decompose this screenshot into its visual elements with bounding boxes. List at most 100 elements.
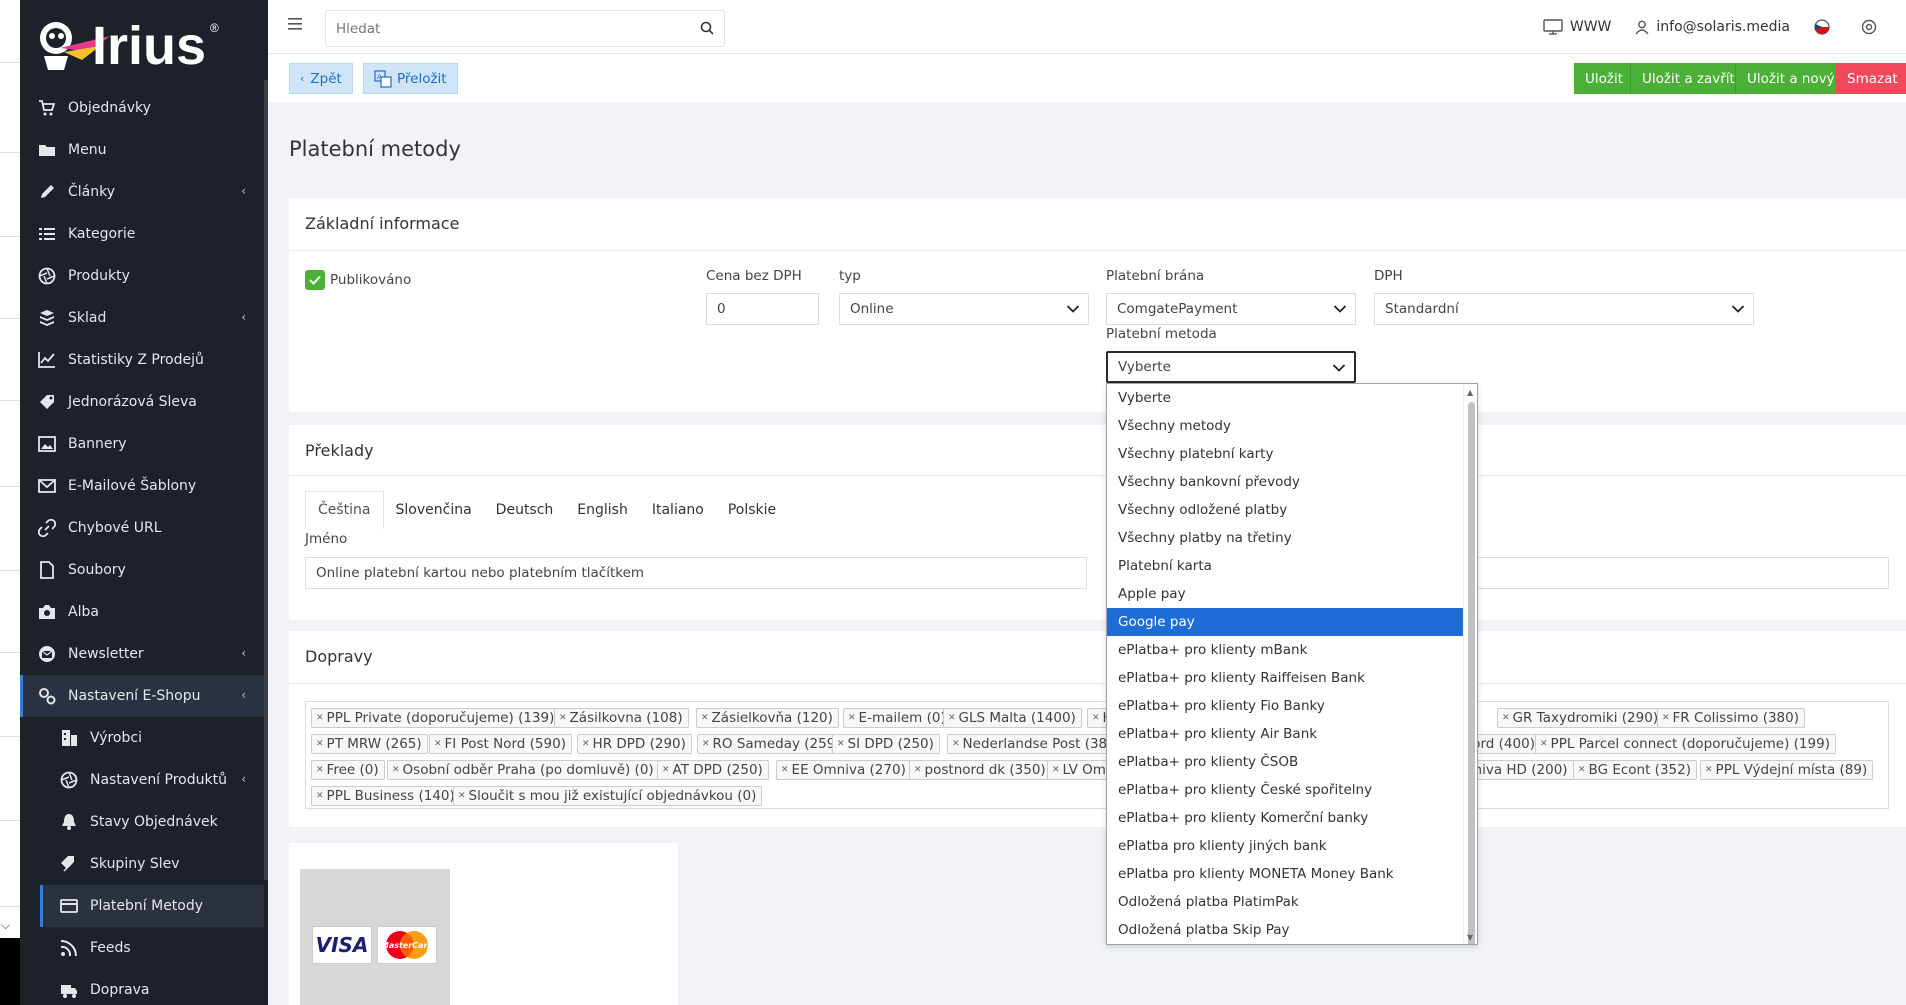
sidebar-item-kategorie[interactable]: Kategorie xyxy=(20,213,264,255)
tab-polskie[interactable]: Polskie xyxy=(716,491,788,529)
shipping-tag[interactable]: ✕ postnord dk (350) xyxy=(909,760,1052,780)
dropdown-option[interactable]: Všechny platby na třetiny xyxy=(1107,524,1464,552)
dropdown-option[interactable]: ePlatba+ pro klienty ČSOB xyxy=(1107,748,1464,776)
remove-tag-icon[interactable]: ✕ xyxy=(662,765,670,775)
shipping-tag[interactable]: ✕ FI Post Nord (590) xyxy=(429,734,572,754)
shipping-tag[interactable]: ✕ SI DPD (250) xyxy=(832,734,940,754)
dropdown-option[interactable]: ePlatba+ pro klienty České spořitelny xyxy=(1107,776,1464,804)
remove-tag-icon[interactable]: ✕ xyxy=(582,739,590,749)
remove-tag-icon[interactable]: ✕ xyxy=(559,713,567,723)
shipping-tag[interactable]: ✕ AT DPD (250) xyxy=(657,760,769,780)
remove-tag-icon[interactable]: ✕ xyxy=(1705,765,1713,775)
remove-tag-icon[interactable]: ✕ xyxy=(458,791,466,801)
www-link[interactable]: WWW xyxy=(1543,19,1611,35)
name-input-secondary[interactable] xyxy=(1477,557,1889,589)
sidebar-item-sklad[interactable]: Sklad ‹ xyxy=(20,297,264,339)
sidebar-item-produkty[interactable]: Produkty xyxy=(20,255,264,297)
remove-tag-icon[interactable]: ✕ xyxy=(914,765,922,775)
dropdown-option[interactable]: ePlatba+ pro klienty Fio Banky xyxy=(1107,692,1464,720)
remove-tag-icon[interactable]: ✕ xyxy=(392,765,400,775)
dropdown-option[interactable]: ePlatba pro klienty MONETA Money Bank xyxy=(1107,860,1464,888)
tab-italiano[interactable]: Italiano xyxy=(640,491,716,529)
shipping-tag[interactable]: ✕ Free (0) xyxy=(311,760,385,780)
sidebar-item-statistiky-z-prodej-[interactable]: Statistiky Z Prodejů xyxy=(20,339,264,381)
dropdown-option[interactable]: Apple pay xyxy=(1107,580,1464,608)
method-select[interactable]: Vyberte xyxy=(1106,351,1356,383)
language-flag-icon[interactable] xyxy=(1814,19,1837,35)
payment-image[interactable]: VISA MasterCard xyxy=(300,869,450,1005)
sidebar-item-doprava[interactable]: Doprava xyxy=(20,969,264,1005)
shipping-tag[interactable]: ✕ Osobní odběr Praha (po domluvě) (0) xyxy=(387,760,660,780)
remove-tag-icon[interactable]: ✕ xyxy=(952,739,960,749)
remove-tag-icon[interactable]: ✕ xyxy=(1502,713,1510,723)
sidebar-item-jednor-zov-sleva[interactable]: Jednorázová Sleva xyxy=(20,381,264,423)
shipping-tags[interactable]: ✕ PPL Private (doporučujeme) (139) ✕ Zásilk… xyxy=(305,701,1889,809)
remove-tag-icon[interactable]: ✕ xyxy=(1540,739,1548,749)
dropdown-option[interactable]: ePlatba+ pro klienty mBank xyxy=(1107,636,1464,664)
dropdown-option[interactable]: ePlatba+ pro klienty Air Bank xyxy=(1107,720,1464,748)
shipping-tag[interactable]: ✕ PPL Business (140) xyxy=(311,786,461,806)
sidebar-item-alba[interactable]: Alba xyxy=(20,591,264,633)
shipping-tag[interactable]: ✕ Zásielkovňa (120) xyxy=(696,708,839,728)
sidebar-item-objedn-vky[interactable]: Objednávky xyxy=(20,87,264,129)
dropdown-option[interactable]: ePlatba+ pro klienty Raiffeisen Bank xyxy=(1107,664,1464,692)
sidebar-item-menu[interactable]: Menu xyxy=(20,129,264,171)
published-checkbox[interactable] xyxy=(305,270,325,290)
shipping-tag[interactable]: ✕ GLS Malta (1400) xyxy=(943,708,1082,728)
sidebar-item-nastaven-e-shopu[interactable]: Nastavení E-Shopu ‹ xyxy=(20,675,264,717)
dropdown-option[interactable]: Všechny platební karty xyxy=(1107,440,1464,468)
dropdown-option[interactable]: Platební karta xyxy=(1107,552,1464,580)
remove-tag-icon[interactable]: ✕ xyxy=(702,739,710,749)
dropdown-option[interactable]: ePlatba+ pro klienty Komerční banky xyxy=(1107,804,1464,832)
price-input[interactable]: 0 xyxy=(706,293,819,325)
tab-čeština[interactable]: Čeština xyxy=(305,491,384,529)
remove-tag-icon[interactable]: ✕ xyxy=(1092,713,1100,723)
method-dropdown-list[interactable]: Vyberte Všechny metody Všechny platební ka… xyxy=(1106,383,1478,945)
shipping-tag[interactable]: ✕ PPL Private (doporučujeme) (139) xyxy=(311,708,561,728)
type-select[interactable]: Online xyxy=(839,293,1089,325)
save-close-button[interactable]: Uložit a zavřít xyxy=(1630,63,1746,94)
remove-tag-icon[interactable]: ✕ xyxy=(1052,765,1060,775)
chevron-down-icon[interactable]: ⌵ xyxy=(1,918,10,933)
sidebar-item-stavy-objedn-vek[interactable]: Stavy Objednávek xyxy=(20,801,264,843)
scroll-up-icon[interactable]: ▲ xyxy=(1467,388,1473,397)
shipping-tag[interactable]: ✕ Nederlandse Post (382) xyxy=(947,734,1127,754)
sidebar-item-nastaven-produkt-[interactable]: Nastavení Produktů ‹ xyxy=(20,759,264,801)
shipping-tag[interactable]: ✕ E-mailem (0) xyxy=(843,708,952,728)
remove-tag-icon[interactable]: ✕ xyxy=(781,765,789,775)
dropdown-option[interactable]: Vyberte xyxy=(1107,384,1464,412)
remove-tag-icon[interactable]: ✕ xyxy=(316,791,324,801)
remove-tag-icon[interactable]: ✕ xyxy=(701,713,709,723)
dropdown-scrollbar[interactable]: ▲ ▼ xyxy=(1463,384,1477,944)
tab-deutsch[interactable]: Deutsch xyxy=(484,491,566,529)
shipping-tag[interactable]: ✕ HR DPD (290) xyxy=(577,734,692,754)
dropdown-option[interactable]: Všechny bankovní převody xyxy=(1107,468,1464,496)
power-icon[interactable] xyxy=(1861,19,1884,35)
sidebar-item-skupiny-slev[interactable]: Skupiny Slev xyxy=(20,843,264,885)
vat-select[interactable]: Standardní xyxy=(1374,293,1754,325)
shipping-tag[interactable]: ✕ FR Colissimo (380) xyxy=(1657,708,1805,728)
sidebar-item-newsletter[interactable]: Newsletter ‹ xyxy=(20,633,264,675)
save-new-button[interactable]: Uložit a nový xyxy=(1735,63,1846,94)
name-input[interactable]: Online platební kartou nebo platebním tl… xyxy=(305,557,1087,589)
sidebar-item-platebn-metody[interactable]: Platební Metody xyxy=(40,885,264,927)
tab-slovenčina[interactable]: Slovenčina xyxy=(384,491,484,529)
tab-english[interactable]: English xyxy=(565,491,640,529)
remove-tag-icon[interactable]: ✕ xyxy=(948,713,956,723)
delete-button[interactable]: Smazat xyxy=(1836,63,1906,94)
shipping-tag[interactable]: ✕ BG Econt (352) xyxy=(1573,760,1697,780)
remove-tag-icon[interactable]: ✕ xyxy=(1578,765,1586,775)
sidebar-item--l-nky[interactable]: Články ‹ xyxy=(20,171,264,213)
remove-tag-icon[interactable]: ✕ xyxy=(316,739,324,749)
save-button[interactable]: Uložit xyxy=(1574,63,1635,94)
shipping-tag[interactable]: ✕ Sloučit s mou již existující objednávko… xyxy=(453,786,763,806)
sidebar-item-soubory[interactable]: Soubory xyxy=(20,549,264,591)
sidebar-item-v-robci[interactable]: Výrobci xyxy=(20,717,264,759)
remove-tag-icon[interactable]: ✕ xyxy=(316,713,324,723)
menu-toggle-icon[interactable] xyxy=(288,18,302,34)
user-menu[interactable]: info@solaris.media xyxy=(1635,19,1790,35)
scroll-down-icon[interactable]: ▼ xyxy=(1467,933,1473,942)
shipping-tag[interactable]: ✕ PT MRW (265) xyxy=(311,734,428,754)
sidebar-item-feeds[interactable]: Feeds xyxy=(20,927,264,969)
shipping-tag[interactable]: ✕ GR Taxydromiki (290) xyxy=(1497,708,1665,728)
